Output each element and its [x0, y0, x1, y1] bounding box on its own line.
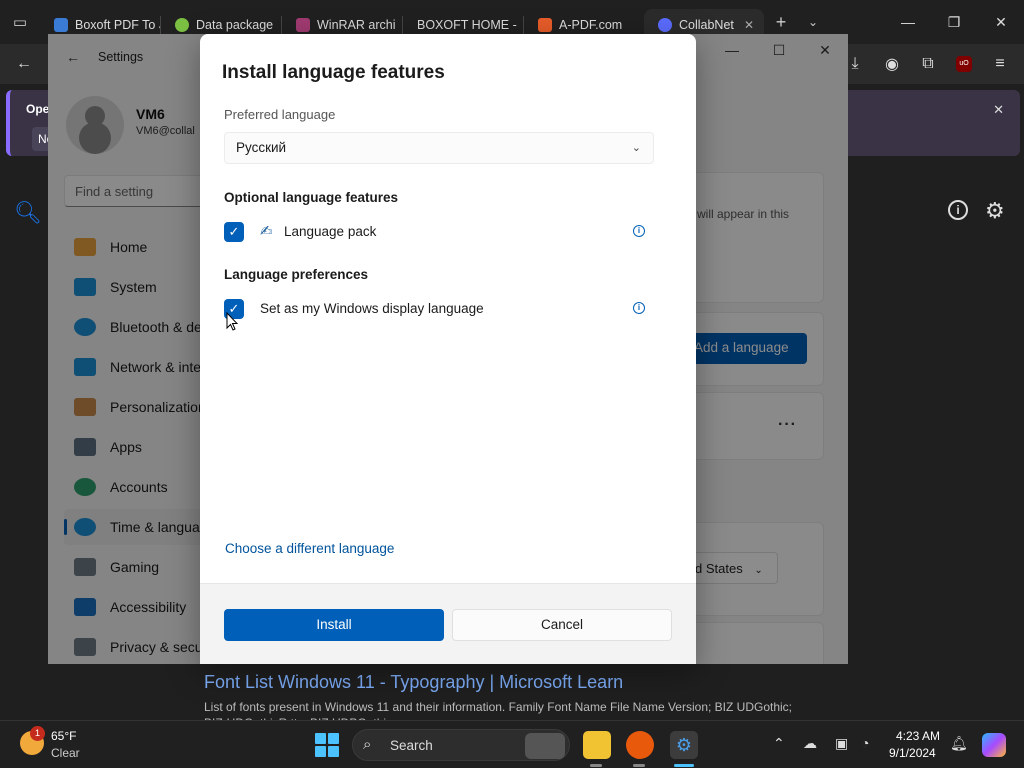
copilot-icon[interactable] [982, 733, 1006, 757]
tab-label: WinRAR archi [317, 18, 396, 32]
language-pack-info-icon[interactable]: i [633, 225, 645, 237]
preferred-language-label: Preferred language [224, 107, 336, 122]
search-icon: ⌕ [363, 736, 372, 753]
display-language-label: Set as my Windows display language [260, 301, 484, 316]
preferred-language-value: Русский [236, 140, 287, 155]
preferred-language-select[interactable]: Русский ⌄ [224, 132, 654, 164]
language-pack-checkbox[interactable]: ✓ [224, 222, 244, 242]
chevron-down-icon: ⌄ [631, 142, 641, 154]
taskbar: 1 65°F Clear ⌕ Search ⚙ ⌃ ☁ ▣ ◔ 4:23 AM … [0, 720, 1024, 768]
tab-close-icon[interactable]: ✕ [744, 18, 754, 32]
tab-label: BOXOFT HOME - [417, 18, 517, 32]
profile-icon[interactable]: ◉ [880, 52, 904, 76]
clock-time[interactable]: 4:23 AM [896, 729, 940, 743]
notice-close-icon[interactable]: ✕ [993, 102, 1004, 118]
start-icon-tile [328, 733, 339, 744]
tab-label: A-PDF.com [559, 18, 623, 32]
tab-actions-icon[interactable]: ▭ [0, 0, 40, 44]
weather-condition[interactable]: Clear [51, 746, 80, 760]
search-result-title[interactable]: Font List Windows 11 - Typography | Micr… [204, 672, 623, 693]
search-result-snippet: List of fonts present in Windows 11 and … [204, 700, 793, 721]
firefox-icon[interactable] [626, 731, 654, 759]
tab-list-chevron-icon[interactable]: ⌄ [798, 15, 828, 29]
weather-temperature[interactable]: 65°F [51, 729, 76, 743]
taskbar-search-label: Search [390, 738, 433, 753]
choose-different-language-link[interactable]: Choose a different language [225, 541, 394, 556]
app-indicator-active [674, 764, 694, 767]
gear-icon[interactable]: ⚙ [985, 198, 1005, 224]
cancel-button[interactable]: Cancel [452, 609, 672, 641]
menu-icon[interactable]: ≡ [988, 52, 1012, 76]
cloud-offline-icon[interactable]: ☁ [803, 735, 817, 752]
mouse-cursor-icon [226, 312, 238, 331]
app-indicator [633, 764, 645, 767]
tray-chevron-up-icon[interactable]: ⌃ [773, 735, 785, 752]
tab-favicon-icon [658, 18, 672, 32]
tab-favicon-icon [54, 18, 68, 32]
start-icon-tile [315, 746, 326, 757]
language-pack-icon: ✍ [260, 223, 273, 240]
tab-label: Data package [196, 18, 274, 32]
weather-badge: 1 [30, 726, 45, 741]
close-window-icon[interactable]: ✕ [978, 0, 1024, 44]
maximize-icon[interactable]: ❐ [931, 0, 977, 44]
settings-app-icon[interactable]: ⚙ [670, 731, 698, 759]
new-tab-icon[interactable]: + [764, 12, 798, 33]
file-explorer-icon[interactable] [583, 731, 611, 759]
start-icon-tile [315, 733, 326, 744]
install-language-dialog: Install language features Preferred lang… [200, 34, 696, 664]
tab-label: CollabNet [679, 18, 734, 32]
language-preferences-heading: Language preferences [224, 267, 369, 282]
language-pack-label: Language pack [284, 224, 377, 239]
search-icon[interactable]: 🔍︎ [14, 200, 42, 226]
clock-date[interactable]: 9/1/2024 [889, 746, 936, 760]
ublock-icon[interactable]: uO [952, 52, 976, 76]
start-icon-tile [328, 746, 339, 757]
display-language-info-icon[interactable]: i [633, 302, 645, 314]
tab-favicon-icon [175, 18, 189, 32]
dialog-footer: Install Cancel [200, 583, 696, 664]
back-arrow-icon[interactable]: ← [12, 52, 36, 76]
info-icon[interactable]: i [948, 200, 968, 220]
tab-favicon-icon [538, 18, 552, 32]
volume-icon[interactable]: ◔ [861, 735, 869, 751]
app-indicator [590, 764, 602, 767]
display-icon[interactable]: ▣ [835, 735, 848, 752]
optional-features-heading: Optional language features [224, 190, 399, 205]
install-button[interactable]: Install [224, 609, 444, 641]
dialog-title: Install language features [222, 62, 445, 83]
tab-label: Boxoft PDF To JPG [75, 18, 160, 32]
search-highlight-icon [525, 733, 565, 759]
start-button[interactable] [315, 733, 339, 757]
taskbar-search[interactable]: ⌕ Search [352, 729, 570, 761]
tab-favicon-icon [296, 18, 310, 32]
minimize-icon[interactable]: — [885, 0, 931, 44]
extensions-icon[interactable]: ⧉ [916, 52, 940, 76]
notification-bell-icon[interactable]: 🔔︎ [950, 735, 968, 752]
